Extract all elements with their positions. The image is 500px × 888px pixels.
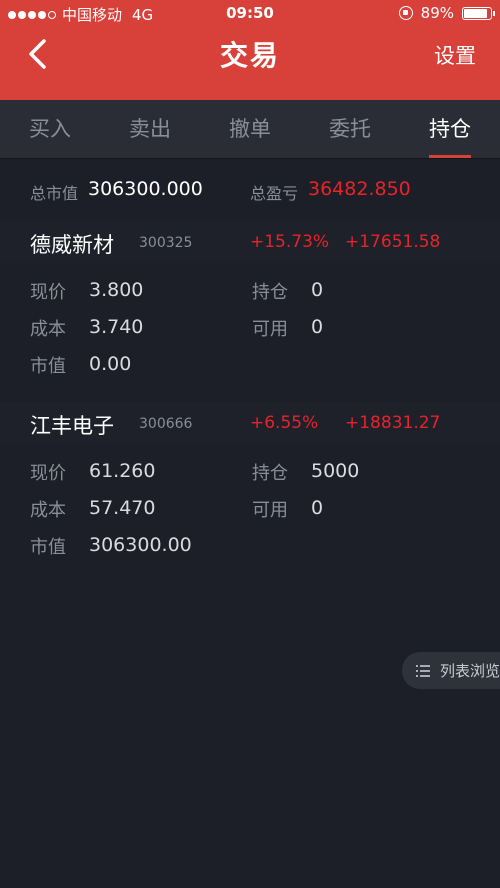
stock-name: 江丰电子 bbox=[30, 414, 114, 438]
available-label: 可用 bbox=[252, 500, 288, 521]
value-label: 市值 bbox=[30, 537, 66, 558]
holding-header[interactable]: 江丰电子 300666 +6.55% +18831.27 bbox=[0, 402, 500, 444]
list-icon bbox=[416, 664, 430, 678]
stock-change-pct: +6.55% bbox=[250, 413, 319, 433]
tab-cancel-order[interactable]: 撤单 bbox=[200, 100, 300, 158]
position-value: 5000 bbox=[311, 460, 360, 482]
total-market-value-label: 总市值 bbox=[30, 184, 79, 203]
cost-value: 57.470 bbox=[89, 497, 156, 519]
stock-profit: +18831.27 bbox=[345, 413, 441, 433]
stock-change-pct: +15.73% bbox=[250, 232, 330, 252]
list-view-button[interactable]: 列表浏览 bbox=[402, 652, 500, 689]
value-label: 市值 bbox=[30, 356, 66, 377]
tab-holdings[interactable]: 持仓 bbox=[400, 100, 500, 158]
market-value: 0.00 bbox=[89, 353, 132, 375]
status-bar: 中国移动 4G 09:50 89% bbox=[0, 0, 500, 26]
app-header: 中国移动 4G 09:50 89% 交易 设置 bbox=[0, 0, 500, 100]
trade-tabs: 买入 卖出 撤单 委托 持仓 bbox=[0, 100, 500, 159]
cost-label: 成本 bbox=[30, 500, 66, 521]
stock-code: 300666 bbox=[139, 416, 193, 432]
page-title: 交易 bbox=[219, 39, 280, 72]
available-value: 0 bbox=[311, 316, 324, 338]
total-market-value: 306300.000 bbox=[88, 178, 203, 200]
cost-label: 成本 bbox=[30, 319, 66, 340]
available-label: 可用 bbox=[252, 319, 288, 340]
stock-name: 德威新材 bbox=[30, 233, 114, 257]
settings-button[interactable]: 设置 bbox=[434, 40, 476, 70]
cost-value: 3.740 bbox=[89, 316, 144, 338]
stock-profit: +17651.58 bbox=[345, 232, 441, 252]
tab-buy[interactable]: 买入 bbox=[0, 100, 100, 158]
price-value: 61.260 bbox=[89, 460, 156, 482]
holding-header[interactable]: 德威新材 300325 +15.73% +17651.58 bbox=[0, 221, 500, 263]
price-value: 3.800 bbox=[89, 279, 144, 301]
position-label: 持仓 bbox=[252, 463, 288, 484]
total-pl-label: 总盈亏 bbox=[250, 184, 299, 203]
price-label: 现价 bbox=[30, 463, 66, 484]
market-value: 306300.00 bbox=[89, 534, 192, 556]
available-value: 0 bbox=[311, 497, 324, 519]
list-view-label: 列表浏览 bbox=[440, 662, 500, 680]
position-label: 持仓 bbox=[252, 282, 288, 303]
total-pl-value: 36482.850 bbox=[308, 178, 411, 200]
stock-code: 300325 bbox=[139, 235, 193, 251]
battery-icon bbox=[462, 6, 495, 20]
tab-sell[interactable]: 卖出 bbox=[100, 100, 200, 158]
price-label: 现价 bbox=[30, 282, 66, 303]
position-value: 0 bbox=[311, 279, 324, 301]
holding-details: 现价 61.260 持仓 5000 成本 57.470 可用 0 市值 3063… bbox=[0, 444, 500, 584]
account-summary: 总市值 306300.000 总盈亏 36482.850 bbox=[0, 160, 500, 218]
rotation-lock-icon bbox=[398, 6, 413, 20]
tab-orders[interactable]: 委托 bbox=[300, 100, 400, 158]
holding-details: 现价 3.800 持仓 0 成本 3.740 可用 0 市值 0.00 bbox=[0, 263, 500, 403]
battery-percent: 89% bbox=[420, 4, 454, 22]
